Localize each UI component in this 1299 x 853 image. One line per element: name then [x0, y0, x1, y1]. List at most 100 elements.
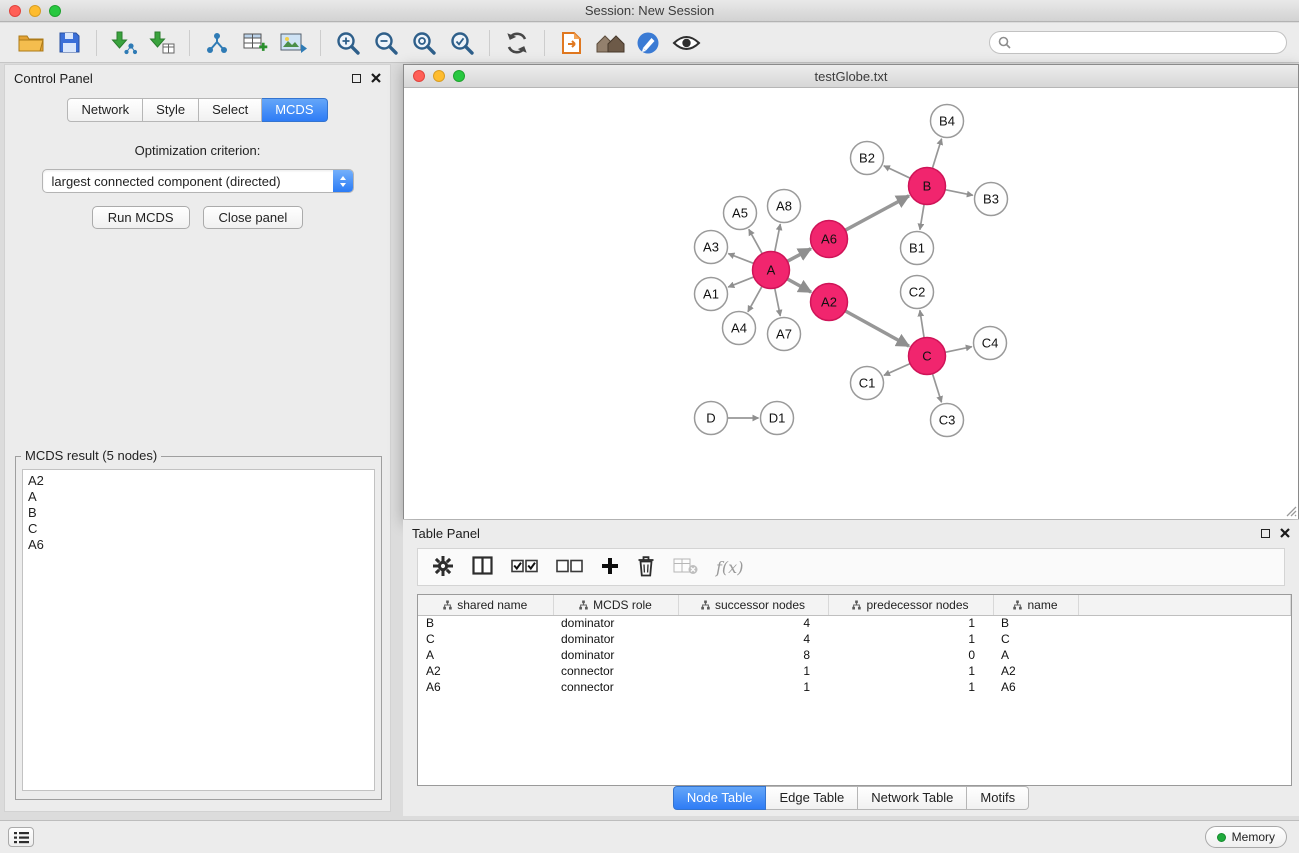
close-panel-icon[interactable] [1280, 528, 1290, 538]
table-cell[interactable]: 4 [678, 615, 828, 631]
table-cell[interactable]: A [993, 647, 1078, 663]
table-cell[interactable]: A [418, 647, 553, 663]
column-header-predecessor-nodes[interactable]: predecessor nodes [828, 595, 993, 615]
mcds-result-item[interactable]: A [28, 489, 369, 505]
edge-C-C1[interactable] [884, 364, 910, 376]
edge-A-A5[interactable] [749, 229, 762, 253]
tab-select[interactable]: Select [199, 98, 262, 122]
column-header-MCDS-role[interactable]: MCDS role [553, 595, 678, 615]
node-D1[interactable]: D1 [761, 402, 794, 435]
table-cell[interactable]: 1 [828, 631, 993, 647]
new-table-button[interactable] [238, 27, 272, 59]
import-network-button[interactable] [107, 27, 141, 59]
node-C2[interactable]: C2 [901, 276, 934, 309]
table-cell[interactable]: C [418, 631, 553, 647]
search-input[interactable] [1016, 36, 1278, 50]
close-panel-button[interactable]: Close panel [203, 206, 304, 229]
tab-node-table[interactable]: Node Table [673, 786, 767, 810]
zoom-fit-button[interactable] [407, 27, 441, 59]
float-panel-icon[interactable] [1261, 529, 1270, 538]
function-builder-button[interactable]: f(x) [716, 558, 743, 577]
table-row[interactable]: Adominator80A [418, 647, 1291, 663]
edge-B-B4[interactable] [932, 139, 941, 169]
network-graph[interactable]: B4B2BB3A5A8A6A3B1AA1C2A2A4A7C4CC1DD1C3 [404, 89, 1298, 519]
maximize-window-button[interactable] [49, 5, 61, 17]
node-C4[interactable]: C4 [974, 327, 1007, 360]
node-A8[interactable]: A8 [768, 190, 801, 223]
edge-A-A4[interactable] [748, 286, 762, 312]
tab-network-table[interactable]: Network Table [858, 786, 967, 810]
save-session-button[interactable] [52, 27, 86, 59]
float-panel-icon[interactable] [352, 74, 361, 83]
node-D[interactable]: D [695, 402, 728, 435]
optimization-criterion-dropdown[interactable]: largest connected component (directed) [42, 169, 354, 193]
node-A1[interactable]: A1 [695, 278, 728, 311]
edge-A-A1[interactable] [728, 277, 754, 287]
network-canvas[interactable]: B4B2BB3A5A8A6A3B1AA1C2A2A4A7C4CC1DD1C3 [404, 89, 1298, 519]
node-B1[interactable]: B1 [901, 232, 934, 265]
minimize-network-window-button[interactable] [433, 70, 445, 82]
delete-row-button[interactable] [637, 555, 655, 580]
open-session-button[interactable] [14, 27, 48, 59]
table-cell[interactable]: C [993, 631, 1078, 647]
table-cell[interactable]: 1 [828, 615, 993, 631]
mcds-result-item[interactable]: C [28, 521, 369, 537]
zoom-in-button[interactable] [331, 27, 365, 59]
show-columns-button[interactable] [472, 556, 493, 578]
style-button[interactable] [631, 27, 665, 59]
table-cell[interactable]: 4 [678, 631, 828, 647]
hide-selected-button[interactable] [669, 27, 703, 59]
edge-A-A3[interactable] [728, 254, 753, 264]
close-network-window-button[interactable] [413, 70, 425, 82]
node-table[interactable]: shared nameMCDS rolesuccessor nodesprede… [417, 594, 1292, 786]
edge-A-A6[interactable] [787, 249, 811, 262]
table-cell[interactable]: 0 [828, 647, 993, 663]
first-neighbors-button[interactable] [555, 27, 589, 59]
task-history-button[interactable] [8, 827, 34, 847]
table-cell[interactable]: A2 [418, 663, 553, 679]
node-A6[interactable]: A6 [811, 221, 848, 258]
memory-button[interactable]: Memory [1205, 826, 1287, 848]
table-cell[interactable]: A2 [993, 663, 1078, 679]
resize-grip-icon[interactable] [1285, 505, 1297, 517]
zoom-out-button[interactable] [369, 27, 403, 59]
close-window-button[interactable] [9, 5, 21, 17]
node-C[interactable]: C [909, 338, 946, 375]
table-cell[interactable]: 1 [828, 679, 993, 695]
edge-C-C2[interactable] [920, 310, 924, 337]
mcds-result-item[interactable]: A6 [28, 537, 369, 553]
tab-network[interactable]: Network [67, 98, 143, 122]
edge-A6-B[interactable] [845, 196, 909, 230]
export-image-button[interactable] [276, 27, 310, 59]
apply-layout-button[interactable] [500, 27, 534, 59]
select-all-button[interactable] [511, 558, 538, 577]
table-cell[interactable]: 8 [678, 647, 828, 663]
tab-style[interactable]: Style [143, 98, 199, 122]
new-network-button[interactable] [200, 27, 234, 59]
edge-B-B1[interactable] [920, 204, 924, 229]
edge-A2-C[interactable] [845, 311, 909, 346]
table-cell[interactable]: connector [553, 663, 678, 679]
tab-mcds[interactable]: MCDS [262, 98, 327, 122]
table-row[interactable]: Bdominator41B [418, 615, 1291, 631]
node-A2[interactable]: A2 [811, 284, 848, 321]
node-C1[interactable]: C1 [851, 367, 884, 400]
tab-motifs[interactable]: Motifs [967, 786, 1029, 810]
edge-A-A7[interactable] [775, 288, 781, 316]
column-header-name[interactable]: name [993, 595, 1078, 615]
table-cell[interactable]: B [993, 615, 1078, 631]
add-row-button[interactable] [601, 557, 619, 578]
import-table-button[interactable] [145, 27, 179, 59]
edge-B-B3[interactable] [945, 190, 973, 196]
table-row[interactable]: A6connector11A6 [418, 679, 1291, 695]
table-cell[interactable]: A6 [418, 679, 553, 695]
delete-column-button[interactable] [673, 557, 698, 578]
node-B[interactable]: B [909, 168, 946, 205]
node-B2[interactable]: B2 [851, 142, 884, 175]
node-A[interactable]: A [753, 252, 790, 289]
table-cell[interactable]: dominator [553, 631, 678, 647]
edge-A-A2[interactable] [787, 279, 811, 292]
table-cell[interactable]: B [418, 615, 553, 631]
edge-C-C4[interactable] [945, 347, 972, 353]
table-cell[interactable]: 1 [678, 663, 828, 679]
